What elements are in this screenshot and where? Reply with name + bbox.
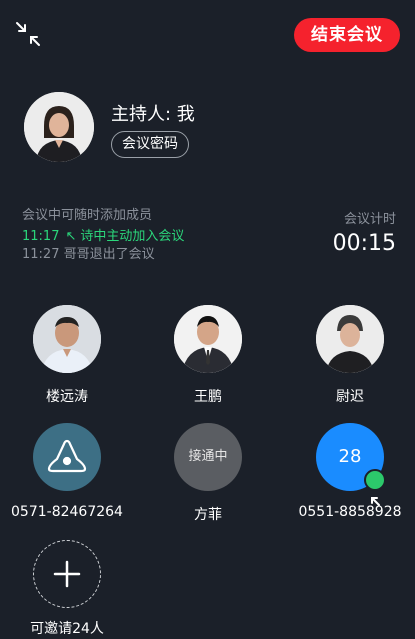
end-meeting-button[interactable]: 结束会议 <box>294 18 400 52</box>
log-entry: 11:17 ↖ 诗中主动加入会议 <box>22 225 184 244</box>
conference-phone-icon <box>33 423 101 491</box>
joined-arrow-icon: ↖ <box>65 229 77 244</box>
member-name: 0571-82467264 <box>11 504 123 520</box>
avatar <box>316 305 384 373</box>
add-member-hint: 会议中可随时添加成员 <box>22 208 153 223</box>
member-tile[interactable]: 楼远涛 <box>2 305 132 406</box>
member-name: 方菲 <box>194 507 222 523</box>
member-name: 尉迟 <box>336 389 364 405</box>
avatar <box>174 305 242 373</box>
member-tile[interactable]: 接通中 方菲 <box>143 423 273 524</box>
member-name: 楼远涛 <box>46 389 88 405</box>
member-tile[interactable]: 尉迟 <box>285 305 415 406</box>
member-tile[interactable]: 0571-82467264 <box>2 423 132 520</box>
joined-arrow-icon <box>364 469 386 506</box>
log-time: 11:27 <box>22 247 60 262</box>
log-text: 哥哥退出了会议 <box>63 247 155 262</box>
log-entry: 11:27 哥哥退出了会议 <box>22 243 155 262</box>
timer-value: 00:15 <box>332 231 396 256</box>
member-name: 王鹏 <box>194 389 222 405</box>
number-avatar: 28 <box>316 423 386 506</box>
member-name: 0551-8858928 <box>298 504 402 520</box>
timer-label: 会议计时 <box>343 212 396 227</box>
log-time: 11:17 <box>22 229 60 244</box>
avatar-text: 28 <box>338 446 362 467</box>
host-label: 主持人: 我 <box>111 104 195 125</box>
connecting-avatar: 接通中 <box>174 423 242 491</box>
avatar <box>33 305 101 373</box>
invite-label: 可邀请24人 <box>30 621 104 637</box>
member-tile[interactable]: 王鹏 <box>143 305 273 406</box>
log-text: 诗中主动加入会议 <box>80 229 185 244</box>
host-avatar <box>24 92 94 162</box>
member-tile[interactable]: 28 0551-8858928 <box>285 423 415 520</box>
add-icon <box>33 540 101 608</box>
meeting-password-button[interactable]: 会议密码 <box>111 131 189 158</box>
minimize-icon[interactable] <box>14 20 42 48</box>
invite-button[interactable]: 可邀请24人 <box>2 540 132 638</box>
